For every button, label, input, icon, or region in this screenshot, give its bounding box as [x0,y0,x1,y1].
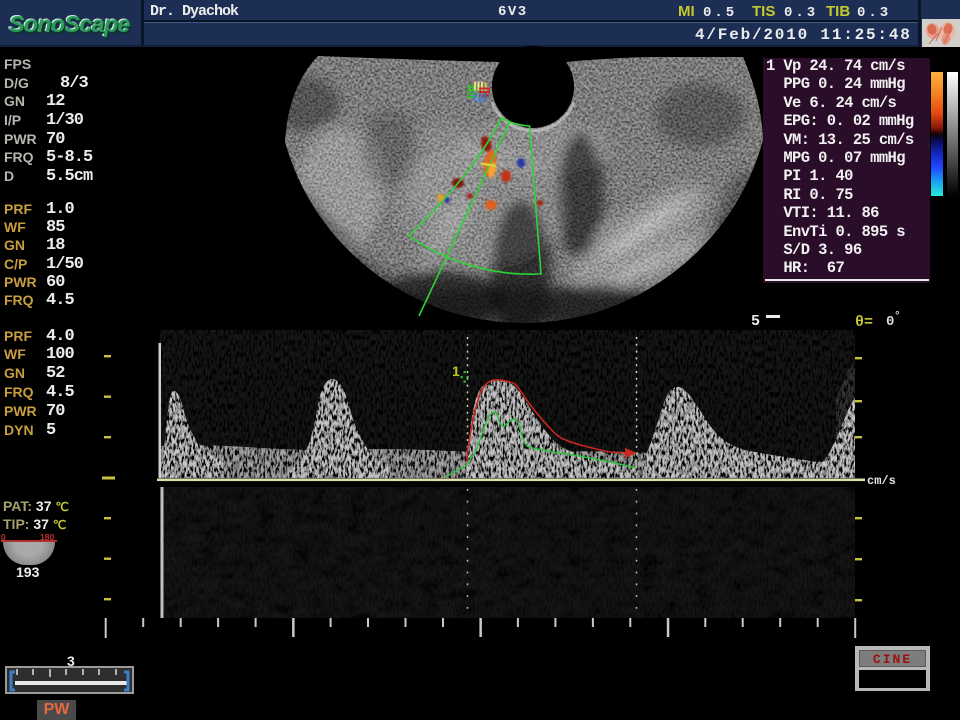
svg-text:1: 1 [452,363,460,379]
